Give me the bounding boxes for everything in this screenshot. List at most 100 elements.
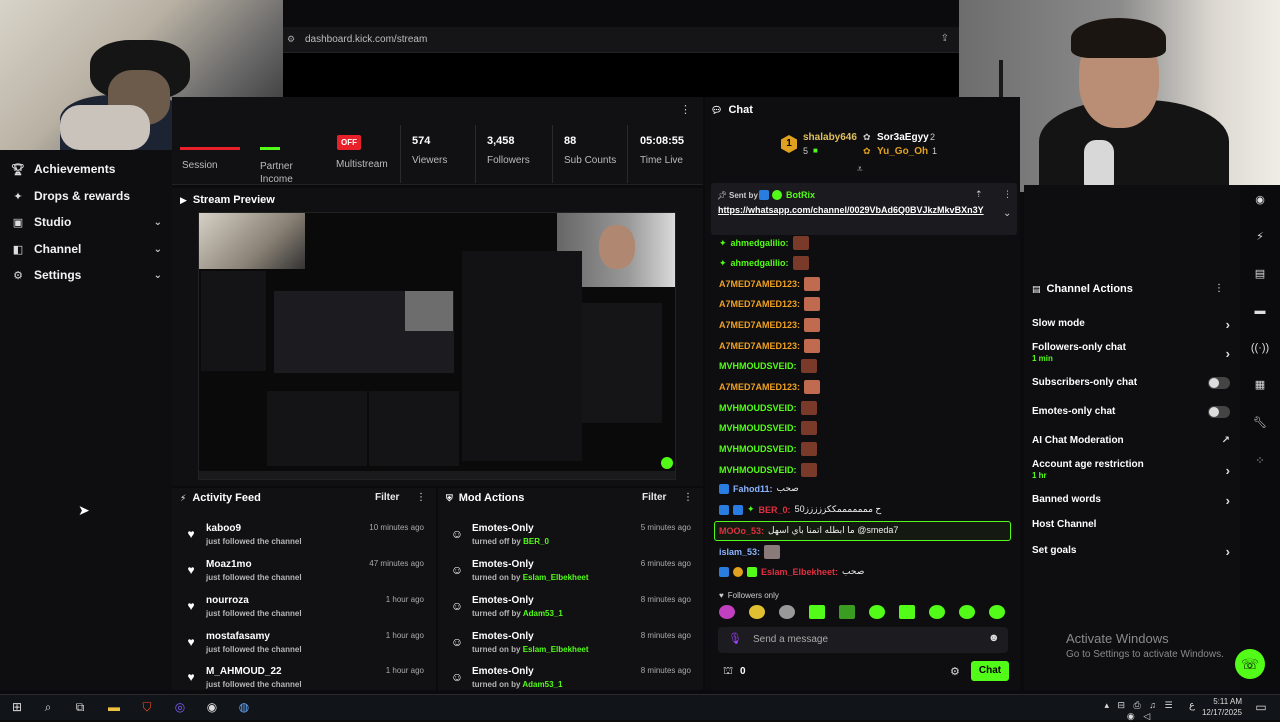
chat-username[interactable]: ahmedgalilio: xyxy=(731,238,789,248)
chat-message[interactable]: A7MED7AMED123: xyxy=(719,339,821,353)
chat-username[interactable]: Eslam_Elbekheet: xyxy=(761,567,838,577)
more-options-icon[interactable]: ⋮ xyxy=(683,492,693,503)
browser-address-bar[interactable]: ⚙ dashboard.kick.com/stream ⇪ xyxy=(283,27,959,53)
sidebar-item-studio[interactable]: ▣ Studio ⌄ xyxy=(12,212,162,232)
sidebar-item-drops[interactable]: ✦ Drops & rewards xyxy=(12,186,162,206)
chat-input-box[interactable]: 🎙︎ Send a message ☻ xyxy=(718,627,1008,653)
language-indicator[interactable]: ع xyxy=(1183,700,1201,716)
chat-message[interactable]: ✦ ahmedgalilio: xyxy=(719,256,809,270)
url-text[interactable]: dashboard.kick.com/stream xyxy=(305,34,427,45)
steam-icon[interactable]: ◍ xyxy=(235,700,253,716)
emote-icon[interactable] xyxy=(719,605,735,619)
send-chat-button[interactable]: Chat xyxy=(971,661,1009,681)
notifications-icon[interactable]: ▭ xyxy=(1252,700,1270,716)
share-icon[interactable]: ⇪ xyxy=(941,33,949,44)
list-item[interactable]: ♥ nourroza just followed the channel 1 h… xyxy=(172,595,436,629)
action-set-goals[interactable]: Set goals › xyxy=(1032,544,1230,559)
system-tray-icons[interactable]: ▴ ⊟ ⎙ ♫ ☰ ◉ ◁ xyxy=(1100,700,1180,721)
emote-icon[interactable] xyxy=(869,605,885,619)
list-item[interactable]: ☺ Emotes-Only turned off by BER_0 5 minu… xyxy=(438,523,703,557)
search-icon[interactable]: ⌕ xyxy=(39,700,57,716)
more-icon[interactable]: ⁘ xyxy=(1249,450,1271,472)
chat-message[interactable]: ✦ ahmedgalilio: xyxy=(719,236,809,250)
pinned-link[interactable]: https://whatsapp.com/channel/0029VbAd6Q0… xyxy=(718,204,986,217)
chat-message[interactable]: MVHMOUDSVEID: xyxy=(719,401,817,415)
stat-session[interactable]: Session xyxy=(182,160,218,171)
chat-username[interactable]: MOOo_53: xyxy=(719,526,764,536)
chat-username[interactable]: A7MED7AMED123: xyxy=(719,382,800,392)
more-options-icon[interactable]: ⋮ xyxy=(1214,283,1224,294)
stat-sub-counts[interactable]: 88 Sub Counts xyxy=(564,135,616,166)
clock[interactable]: 5:11 AM 12/17/2025 xyxy=(1200,697,1242,717)
emote-icon[interactable] xyxy=(809,605,825,619)
chat-username[interactable]: A7MED7AMED123: xyxy=(719,341,800,351)
more-options-icon[interactable]: ⋮ xyxy=(1003,189,1012,200)
list-item[interactable]: ☺ Emotes-Only turned on by Adam53_1 8 mi… xyxy=(438,666,703,690)
sidebar-item-channel[interactable]: ◧ Channel ⌄ xyxy=(12,239,162,259)
chat-message[interactable]: MVHMOUDSVEID: xyxy=(719,463,817,477)
emote-icon[interactable] xyxy=(989,605,1005,619)
list-item[interactable]: ♥ kaboo9 just followed the channel 10 mi… xyxy=(172,523,436,557)
chat-username[interactable]: A7MED7AMED123: xyxy=(719,279,800,289)
chat-message[interactable]: islam_53: xyxy=(719,545,781,559)
action-ai-moderation[interactable]: AI Chat Moderation ↗ xyxy=(1032,435,1230,446)
sidebar-item-settings[interactable]: ⚙ Settings ⌄ xyxy=(12,265,162,285)
gift-icon[interactable]: ⛫ xyxy=(723,665,733,679)
camera-icon[interactable]: ◉ xyxy=(1249,189,1271,211)
chat-message[interactable]: A7MED7AMED123: xyxy=(719,277,821,291)
stat-followers[interactable]: 3,458 Followers xyxy=(487,135,530,166)
chat-username[interactable]: BER_0: xyxy=(759,505,791,515)
subscribers-only-toggle[interactable] xyxy=(1208,377,1230,389)
brave-browser-icon[interactable]: ⛉ xyxy=(138,700,156,716)
layout-icon[interactable]: ▦ xyxy=(1249,374,1271,396)
action-account-age[interactable]: Account age restriction 1 hr › xyxy=(1032,459,1230,480)
action-host-channel[interactable]: Host Channel xyxy=(1032,519,1230,530)
more-options-icon[interactable]: ⋮ xyxy=(680,103,691,116)
pinned-author[interactable]: BotRix xyxy=(786,190,815,200)
list-item[interactable]: ☺ Emotes-Only turned on by Eslam_Elbekhe… xyxy=(438,631,703,665)
chat-message[interactable]: ✦ BER_0: ح مممممممككززززز50 xyxy=(719,504,881,515)
filter-button[interactable]: Filter xyxy=(642,492,666,503)
stat-partner-income[interactable]: Partner Income xyxy=(260,160,310,186)
action-slow-mode[interactable]: Slow mode › xyxy=(1032,317,1230,332)
windows-start-icon[interactable]: ⊞ xyxy=(8,700,26,716)
support-chat-icon[interactable]: ☏ xyxy=(1235,649,1265,679)
chat-username[interactable]: MVHMOUDSVEID: xyxy=(719,444,797,454)
task-view-icon[interactable]: ⧉ xyxy=(71,700,89,716)
chat-bubble-icon[interactable]: ▬ xyxy=(1249,300,1271,322)
chat-username[interactable]: ahmedgalilio: xyxy=(731,258,789,268)
lightning-icon[interactable]: ⚡︎ xyxy=(1249,226,1271,248)
emote-icon[interactable] xyxy=(899,605,915,619)
file-explorer-icon[interactable]: ▬ xyxy=(105,700,123,716)
chat-username[interactable]: MVHMOUDSVEID: xyxy=(719,465,797,475)
app-icon[interactable]: ◎ xyxy=(171,700,189,716)
chat-username[interactable]: islam_53: xyxy=(719,547,760,557)
list-item[interactable]: ♥ Moaz1mo just followed the channel 47 m… xyxy=(172,559,436,593)
gifter-name[interactable]: Sor3aEgyy xyxy=(877,132,929,143)
gifter-name[interactable]: shalaby646 xyxy=(803,132,857,143)
sidebar-item-achievements[interactable]: 🏆︎ Achievements xyxy=(11,159,162,179)
emote-bar[interactable] xyxy=(719,605,1009,621)
gear-icon[interactable]: ⚙ xyxy=(950,665,960,678)
list-item[interactable]: ♥ mostafasamy just followed the channel … xyxy=(172,631,436,665)
chat-input-placeholder[interactable]: Send a message xyxy=(753,634,828,645)
follower-name[interactable]: M_AHMOUD_22 xyxy=(206,666,282,677)
chat-message[interactable]: MVHMOUDSVEID: xyxy=(719,359,817,373)
action-followers-only[interactable]: Followers-only chat 1 min › xyxy=(1032,342,1230,363)
action-banned-words[interactable]: Banned words › xyxy=(1032,493,1230,508)
chat-message[interactable]: Fahod11: صحب xyxy=(719,483,799,494)
collapse-icon[interactable]: ⩡ xyxy=(857,164,863,175)
action-subscribers-only[interactable]: Subscribers-only chat xyxy=(1032,377,1230,389)
chat-message[interactable]: MVHMOUDSVEID: xyxy=(719,442,817,456)
more-options-icon[interactable]: ⋮ xyxy=(416,492,426,503)
chat-message[interactable]: A7MED7AMED123: xyxy=(719,297,821,311)
stat-time-live[interactable]: 05:08:55 Time Live xyxy=(640,135,684,166)
microphone-icon[interactable]: 🎙︎ xyxy=(728,632,742,645)
chat-message[interactable]: A7MED7AMED123: xyxy=(719,318,821,332)
gifter-name[interactable]: Yu_Go_Oh xyxy=(877,146,928,157)
filter-button[interactable]: Filter xyxy=(375,492,399,503)
chevron-down-icon[interactable]: ⌄ xyxy=(1003,208,1011,219)
action-emotes-only[interactable]: Emotes-only chat xyxy=(1032,406,1230,418)
stream-preview-video[interactable] xyxy=(198,212,676,480)
emoji-icon[interactable]: ☻ xyxy=(988,632,1000,644)
